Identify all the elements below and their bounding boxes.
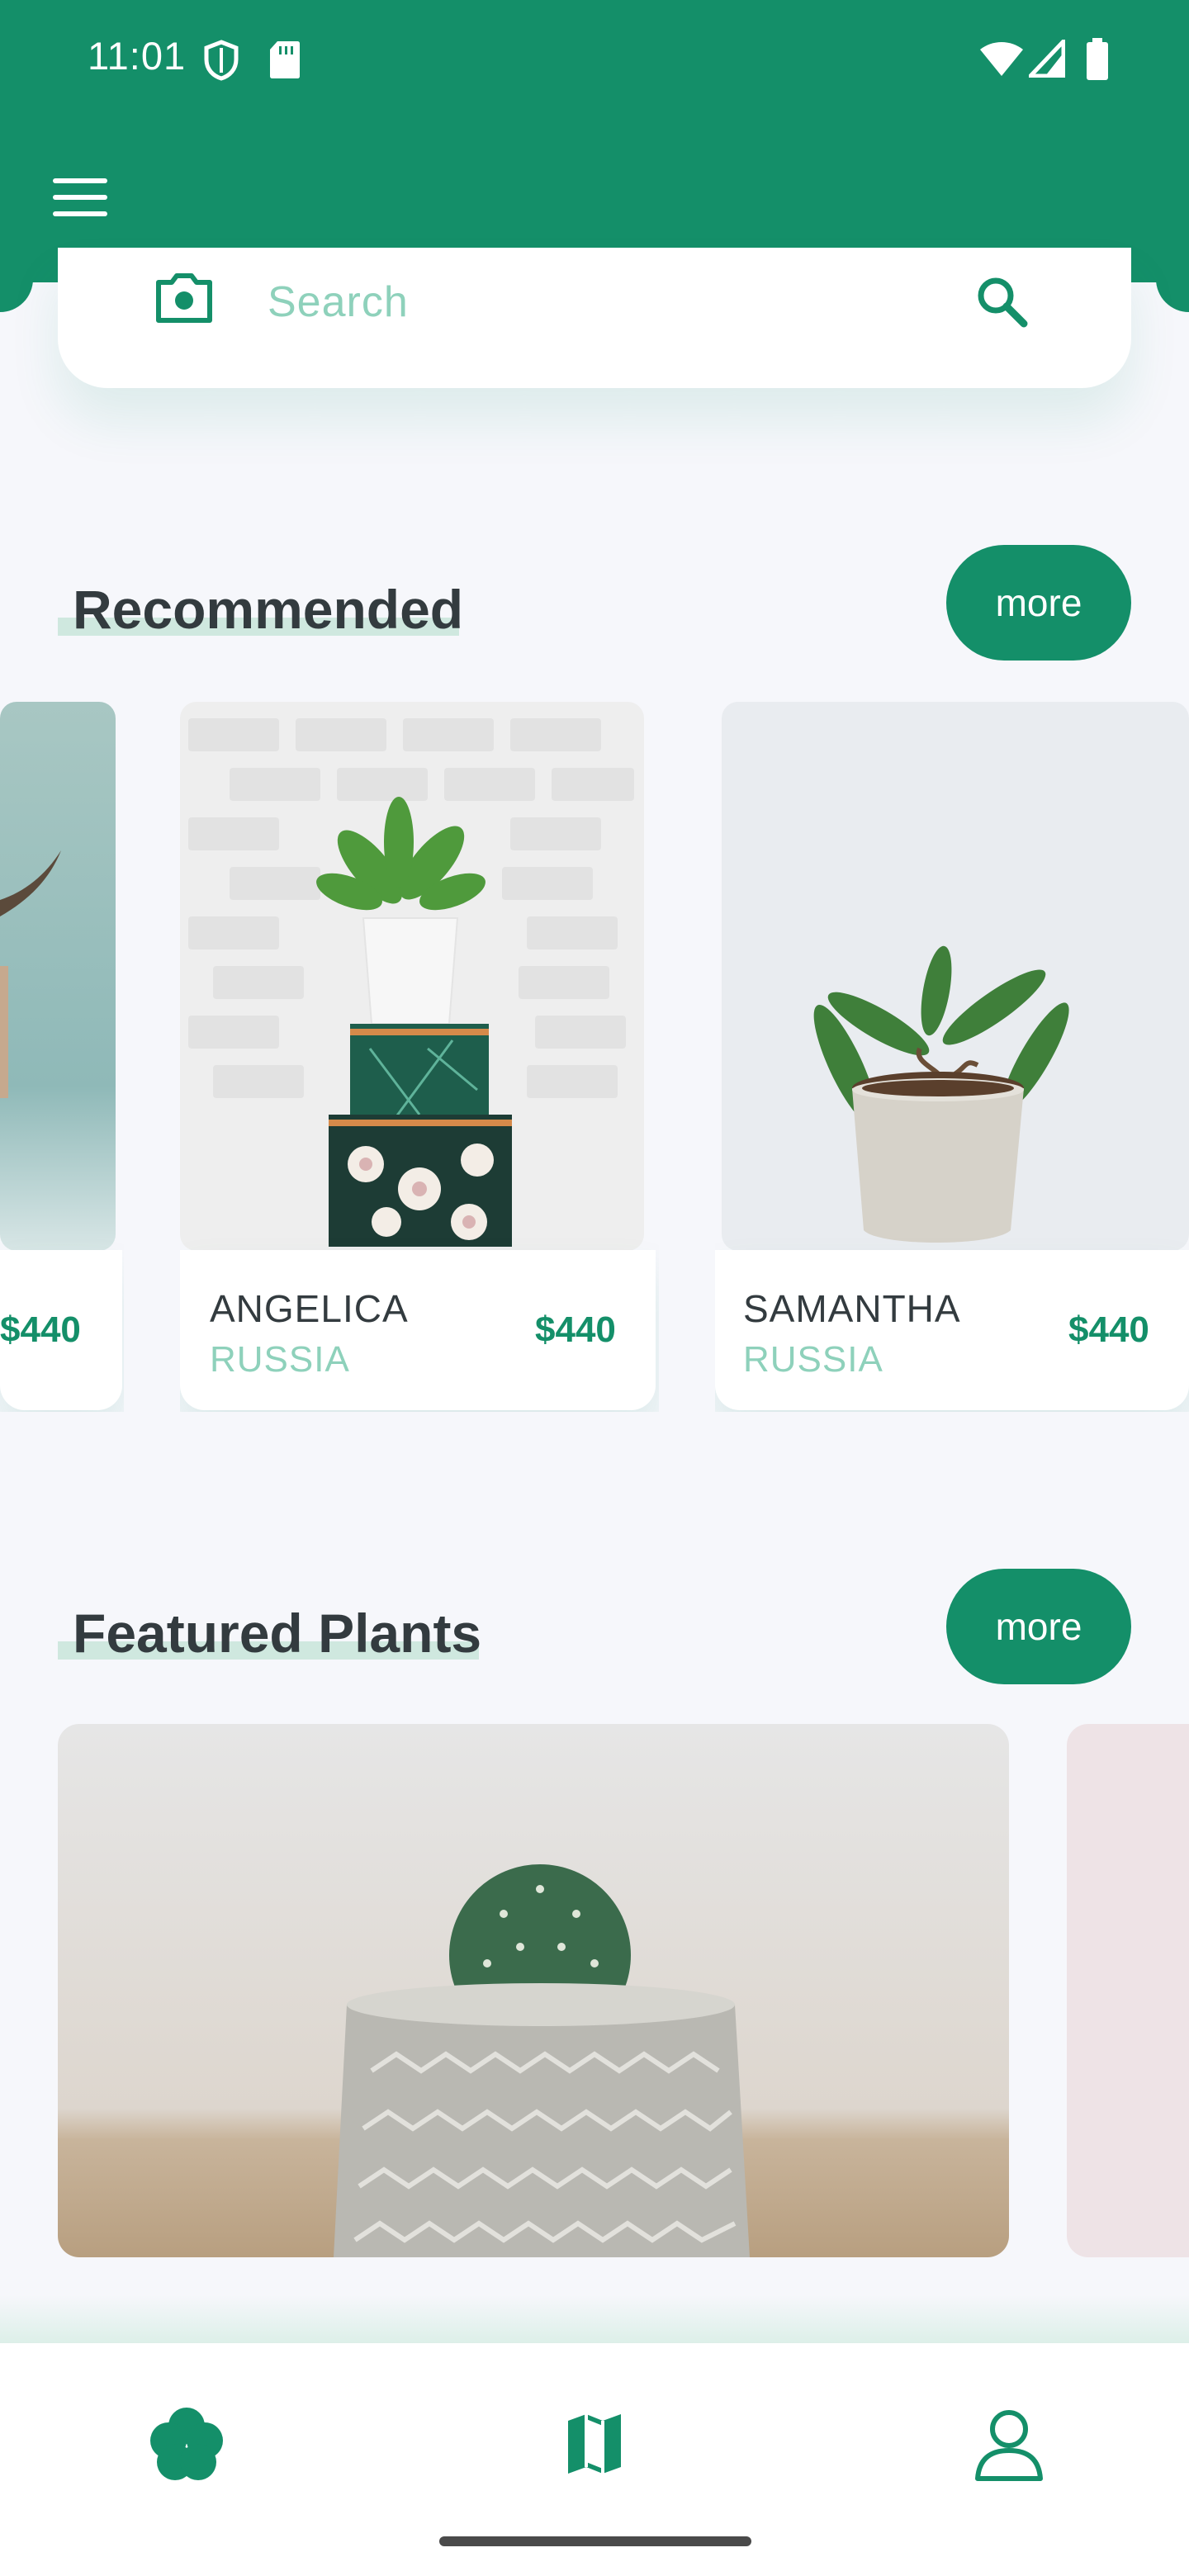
search-bar[interactable]: Search [58,248,1131,388]
wifi-icon [980,42,1023,76]
plant-info: $440 [0,1250,122,1410]
recommended-card[interactable]: SAMANTHA RUSSIA $440 [715,702,1189,1412]
plant-price: $440 [0,1309,81,1350]
plant-country: RUSSIA [210,1339,350,1380]
plant-photo [58,1724,1009,2257]
plant-photo [722,702,1189,1251]
profile-icon[interactable] [968,2403,1050,2485]
menu-icon[interactable] [53,178,107,221]
plant-photo [0,702,116,1251]
plant-name: SAMANTHA [743,1287,961,1330]
featured-title: Featured Plants [73,1603,482,1664]
plant-info: ANGELICA RUSSIA $440 [180,1250,656,1410]
plant-photo [180,702,644,1251]
recommended-more-button[interactable]: more [946,545,1131,661]
shield-icon [204,40,239,81]
camera-icon[interactable] [155,272,213,324]
featured-plant-card[interactable] [58,1724,1009,2257]
status-time: 11:01 [88,34,187,78]
plant-price: $440 [1068,1309,1149,1350]
sd-card-icon [270,41,300,78]
plant-country: RUSSIA [743,1339,883,1380]
plant-name: ANGELICA [210,1287,409,1330]
map-icon[interactable] [553,2403,636,2485]
search-input[interactable]: Search [268,277,409,327]
plant-info: SAMANTHA RUSSIA $440 [715,1250,1189,1410]
featured-more-button[interactable]: more [946,1569,1131,1684]
app-bar-corner-left [0,279,33,312]
plant-price: $440 [535,1309,616,1350]
recommended-card[interactable]: $440 [0,702,124,1412]
flower-icon[interactable] [145,2403,228,2485]
search-icon[interactable] [973,272,1030,330]
home-indicator[interactable] [439,2536,751,2546]
status-bar: 11:01 [0,0,1189,124]
signal-icon [1029,40,1065,78]
app-bar-corner-right [1156,279,1189,312]
recommended-title: Recommended [73,579,464,640]
featured-plant-card[interactable] [1067,1724,1189,2257]
recommended-card[interactable]: ANGELICA RUSSIA $440 [180,702,659,1412]
battery-icon [1087,38,1108,80]
bottom-glow [0,2295,1189,2345]
